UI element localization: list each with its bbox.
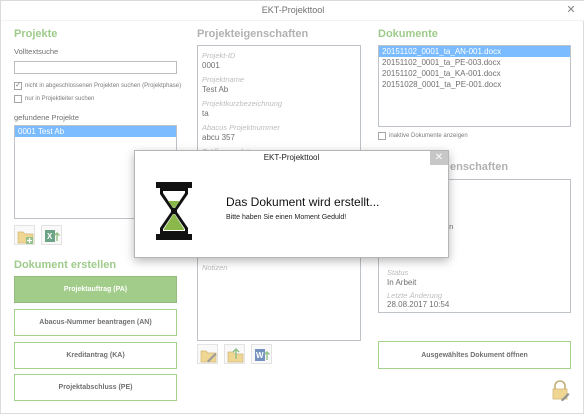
dialog-title-bar: EKT-Projekttool ✕ bbox=[135, 151, 448, 166]
dialog-message: Das Dokument wird erstellt... bbox=[226, 195, 380, 209]
dialog-title: EKT-Projekttool bbox=[263, 153, 320, 162]
progress-dialog: EKT-Projekttool ✕ Das Dokument wird erst… bbox=[134, 150, 449, 258]
dialog-close-button[interactable]: ✕ bbox=[430, 151, 448, 165]
hourglass-icon bbox=[156, 182, 192, 240]
dialog-submessage: Bitte haben Sie einen Moment Geduld! bbox=[226, 214, 347, 221]
